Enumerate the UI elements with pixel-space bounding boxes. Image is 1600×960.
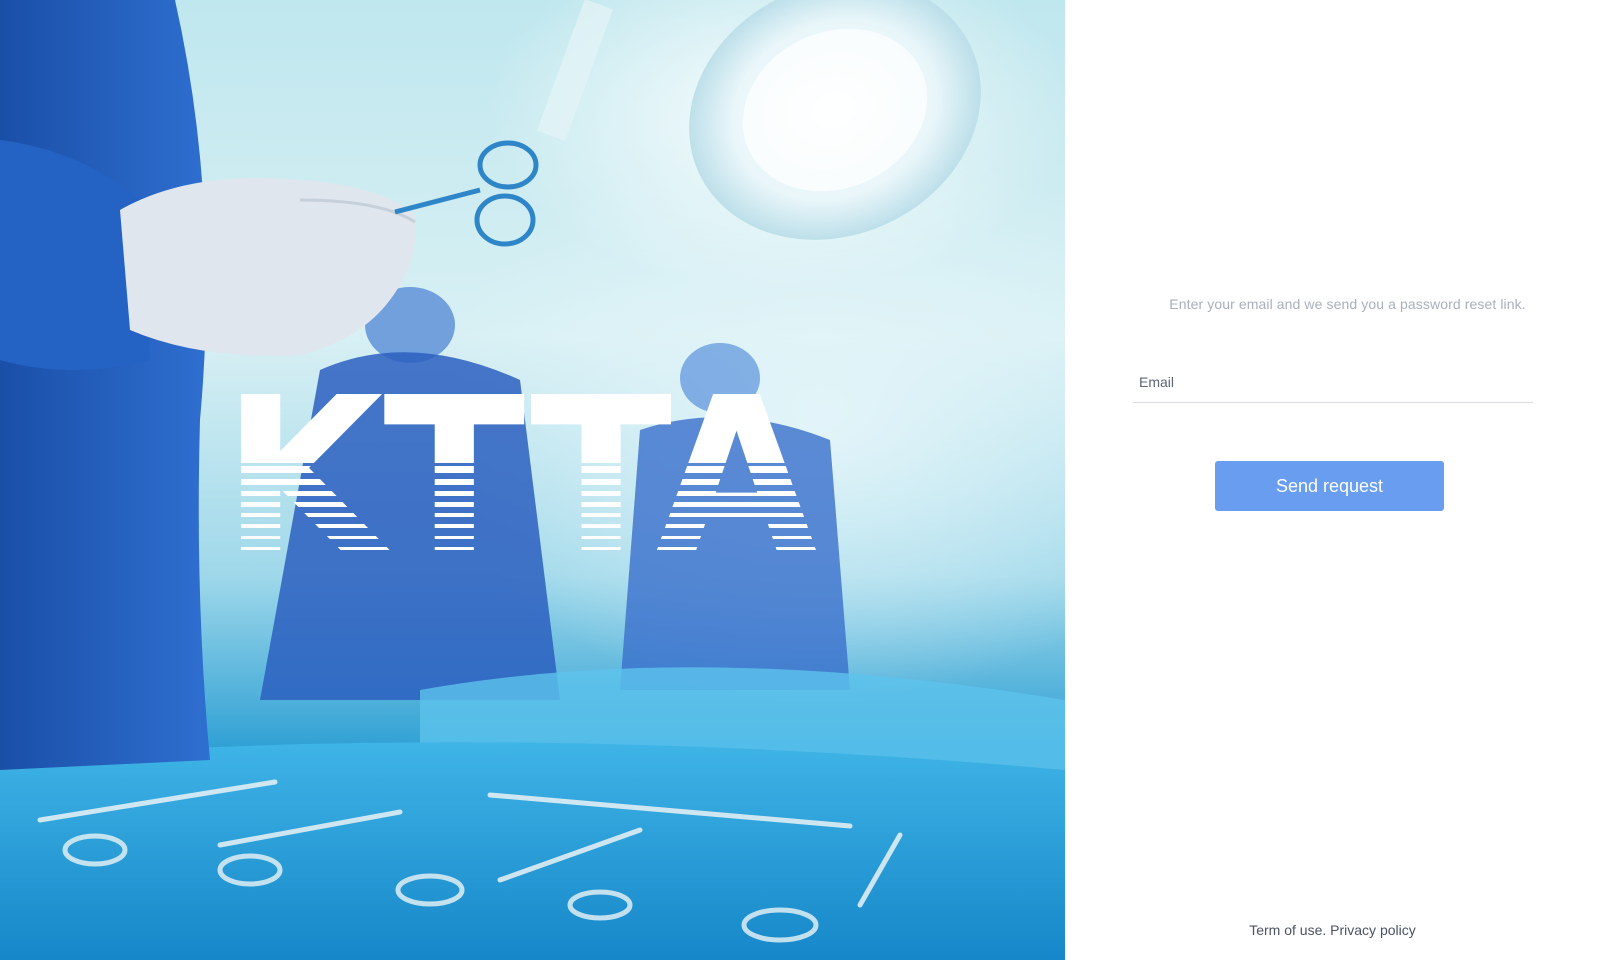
reset-form-panel: Enter your email and we send you a passw… bbox=[1065, 0, 1600, 960]
reset-instructions: Enter your email and we send you a passw… bbox=[1169, 296, 1526, 312]
terms-of-use-link[interactable]: Term of use. bbox=[1249, 922, 1326, 938]
privacy-policy-link[interactable]: Privacy policy bbox=[1330, 922, 1416, 938]
email-input[interactable] bbox=[1133, 362, 1533, 402]
password-reset-page: KTTA Enter your email and we send you a … bbox=[0, 0, 1600, 960]
footer-links: Term of use. Privacy policy bbox=[1065, 922, 1600, 938]
email-field[interactable] bbox=[1133, 362, 1533, 403]
hero-image: KTTA bbox=[0, 0, 1065, 960]
send-request-button[interactable]: Send request bbox=[1215, 461, 1444, 511]
ktta-logo: KTTA bbox=[222, 388, 817, 558]
logo-text: KTTA bbox=[222, 388, 817, 558]
